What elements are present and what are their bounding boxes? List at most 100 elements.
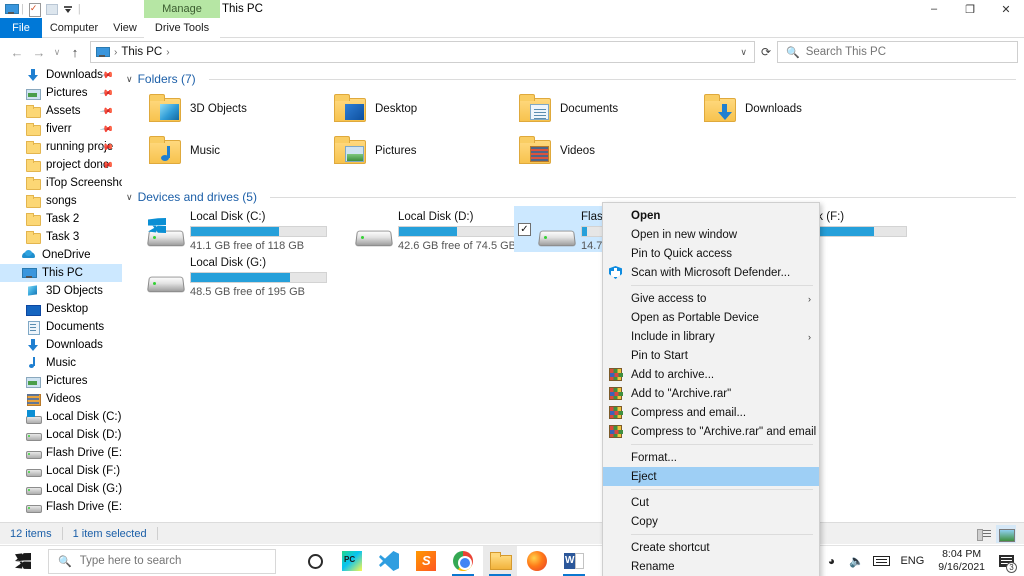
up-button[interactable]: ↑ <box>64 41 86 63</box>
taskbar-button-chrome[interactable] <box>446 546 480 576</box>
breadcrumb[interactable]: › This PC › ∨ <box>90 41 755 63</box>
folder-tile[interactable]: Documents <box>512 88 712 130</box>
sidebar-item-task-2[interactable]: Task 2 <box>0 210 122 228</box>
context-menu-item-eject[interactable]: Eject <box>603 467 819 486</box>
maximize-button[interactable]: ❐ <box>952 0 988 18</box>
drive-tile[interactable]: Local Disk (C:)41.1 GB free of 118 GB <box>142 206 345 252</box>
taskbar-button-cortana[interactable] <box>298 546 332 576</box>
context-menu-item-pin-to-start[interactable]: Pin to Start <box>603 346 819 365</box>
taskbar-button-sublime[interactable] <box>409 546 443 576</box>
context-menu-item-compress-to-archive-rar-and-email[interactable]: Compress to "Archive.rar" and email <box>603 422 819 441</box>
search-input[interactable] <box>806 46 1009 58</box>
sidebar-item-desktop[interactable]: Desktop <box>0 300 122 318</box>
sidebar-item-local-disk-g[interactable]: Local Disk (G:) <box>0 480 122 498</box>
keyboard-icon[interactable] <box>870 546 892 576</box>
taskbar-button-vscode[interactable] <box>372 546 406 576</box>
sidebar-item-task-3[interactable]: Task 3 <box>0 228 122 246</box>
pin-icon[interactable]: 📌 <box>99 103 115 119</box>
context-menu-item-open[interactable]: Open <box>603 206 819 225</box>
sidebar-item-flash-drive-e[interactable]: Flash Drive (E:) <box>0 498 122 516</box>
sidebar-item-songs[interactable]: songs <box>0 192 122 210</box>
context-menu-item-pin-to-quick-access[interactable]: Pin to Quick access <box>603 244 819 263</box>
taskbar-search-input[interactable] <box>80 555 266 567</box>
forward-button[interactable]: → <box>28 41 50 63</box>
pin-icon[interactable]: 📌 <box>99 85 115 101</box>
context-menu-item-add-to-archive[interactable]: Add to archive... <box>603 365 819 384</box>
tiles-view-icon[interactable] <box>996 525 1016 543</box>
sidebar-item-3d-objects[interactable]: 3D Objects <box>0 282 122 300</box>
tab-computer[interactable]: Computer <box>42 18 106 38</box>
context-menu[interactable]: OpenOpen in new windowPin to Quick acces… <box>602 202 820 576</box>
breadcrumb-separator-1[interactable]: › <box>165 47 170 58</box>
drive-tile[interactable]: Local Disk (G:)48.5 GB free of 195 GB <box>142 252 345 298</box>
sidebar-item-this-pc[interactable]: This PC <box>0 264 122 282</box>
sidebar-item-local-disk-d[interactable]: Local Disk (D:) <box>0 426 122 444</box>
language-indicator[interactable]: ENG <box>895 555 929 567</box>
sidebar-item-itop-screenshot[interactable]: iTop Screenshot <box>0 174 122 192</box>
sidebar-item-fiverr[interactable]: fiverr📌 <box>0 120 122 138</box>
tab-view[interactable]: View <box>106 18 144 38</box>
folder-tile[interactable]: Music <box>142 130 342 172</box>
taskbar-button-word[interactable] <box>557 546 591 576</box>
close-button[interactable]: ✕ <box>988 0 1024 18</box>
drive-checkbox[interactable]: ✓ <box>518 223 531 236</box>
breadcrumb-item-this-pc[interactable]: This PC <box>121 46 162 58</box>
context-menu-item-rename[interactable]: Rename <box>603 557 819 576</box>
taskbar-button-pycharm[interactable] <box>335 546 369 576</box>
folder-tile[interactable]: 3D Objects <box>142 88 342 130</box>
taskbar-button-firefox[interactable] <box>520 546 554 576</box>
navigation-pane[interactable]: Downloads📌Pictures📌Assets📌fiverr📌running… <box>0 66 122 522</box>
taskbar-button-file-explorer[interactable] <box>483 546 517 576</box>
sidebar-item-videos[interactable]: Videos <box>0 390 122 408</box>
folder-tile[interactable]: Desktop <box>327 88 527 130</box>
sidebar-item-local-disk-c[interactable]: Local Disk (C:) <box>0 408 122 426</box>
sidebar-item-running-proje[interactable]: running proje📌 <box>0 138 122 156</box>
folder-tile[interactable]: Downloads <box>697 88 897 130</box>
tab-file[interactable]: File <box>0 18 42 38</box>
tab-drive-tools[interactable]: Drive Tools <box>144 18 220 38</box>
sidebar-item-downloads[interactable]: Downloads📌 <box>0 66 122 84</box>
back-button[interactable]: ← <box>6 41 28 63</box>
sidebar-item-assets[interactable]: Assets📌 <box>0 102 122 120</box>
context-menu-item-compress-and-email[interactable]: Compress and email... <box>603 403 819 422</box>
chevron-down-icon[interactable]: ∨ <box>126 192 133 203</box>
clock[interactable]: 8:04 PM 9/16/2021 <box>932 548 991 574</box>
taskbar-search-box[interactable]: 🔍 <box>48 549 276 574</box>
properties-icon[interactable] <box>27 2 41 16</box>
minimize-button[interactable]: – <box>916 0 952 18</box>
new-folder-icon[interactable] <box>44 2 58 16</box>
context-menu-item-cut[interactable]: Cut <box>603 493 819 512</box>
sidebar-item-pictures[interactable]: Pictures📌 <box>0 84 122 102</box>
context-menu-item-give-access-to[interactable]: Give access to› <box>603 289 819 308</box>
search-box[interactable]: 🔍 <box>777 41 1018 63</box>
breadcrumb-dropdown-icon[interactable]: ∨ <box>740 47 750 58</box>
sidebar-item-onedrive[interactable]: OneDrive <box>0 246 122 264</box>
sidebar-item-downloads[interactable]: Downloads <box>0 336 122 354</box>
sidebar-item-documents[interactable]: Documents <box>0 318 122 336</box>
start-button[interactable] <box>0 546 46 576</box>
sidebar-item-local-disk-f[interactable]: Local Disk (F:) <box>0 462 122 480</box>
context-menu-item-format[interactable]: Format... <box>603 448 819 467</box>
wifi-icon[interactable]: ◕ <box>820 546 842 576</box>
context-menu-item-open-as-portable-device[interactable]: Open as Portable Device <box>603 308 819 327</box>
sidebar-item-music[interactable]: Music <box>0 354 122 372</box>
context-menu-item-create-shortcut[interactable]: Create shortcut <box>603 538 819 557</box>
devices-group-header[interactable]: ∨ Devices and drives (5) <box>122 184 1024 206</box>
refresh-button[interactable]: ⟳ <box>755 45 777 59</box>
sidebar-item-flash-drive-e[interactable]: Flash Drive (E:) <box>0 444 122 462</box>
chevron-down-icon[interactable]: ∨ <box>126 74 133 85</box>
this-pc-icon[interactable] <box>4 2 18 16</box>
details-view-icon[interactable] <box>974 525 994 543</box>
context-menu-item-scan-with-microsoft-defender[interactable]: Scan with Microsoft Defender... <box>603 263 819 282</box>
recent-locations-button[interactable]: ∨ <box>50 41 64 63</box>
context-menu-item-copy[interactable]: Copy <box>603 512 819 531</box>
context-menu-item-open-in-new-window[interactable]: Open in new window <box>603 225 819 244</box>
folder-tile[interactable]: Videos <box>512 130 712 172</box>
context-menu-item-add-to-archive-rar[interactable]: Add to "Archive.rar" <box>603 384 819 403</box>
sidebar-item-pictures[interactable]: Pictures <box>0 372 122 390</box>
context-menu-item-include-in-library[interactable]: Include in library› <box>603 327 819 346</box>
customize-caret-icon[interactable] <box>61 2 75 16</box>
folders-group-header[interactable]: ∨ Folders (7) <box>122 66 1024 88</box>
notification-center-button[interactable]: 3 <box>994 546 1018 576</box>
volume-icon[interactable]: 🔈 <box>845 546 867 576</box>
